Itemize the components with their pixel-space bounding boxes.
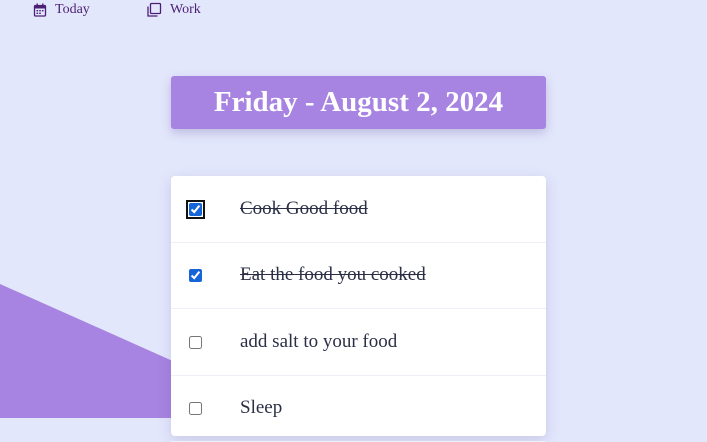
top-nav: Today Work [0,0,707,22]
todo-text: Cook Good food [240,198,368,219]
todo-checkbox[interactable] [189,401,202,415]
nav-item-label: Today [55,2,90,17]
todo-item: add salt to your food [171,309,546,376]
todo-checkbox[interactable] [189,268,202,282]
nav-item-work[interactable]: Work [146,0,201,20]
todo-checkbox[interactable] [189,335,202,349]
todo-item: Cook Good food [171,176,546,243]
todo-text: Eat the food you cooked [240,264,426,285]
nav-item-today[interactable]: Today [33,0,90,20]
todo-text: Sleep [240,397,283,418]
todo-list: Cook Good food Eat the food you cooked a… [171,176,546,442]
nav-item-label: Work [170,2,201,17]
page-title: Friday - August 2, 2024 [213,86,504,118]
todo-text: add salt to your food [240,331,398,352]
todo-checkbox[interactable] [186,199,205,219]
date-banner: Friday - August 2, 2024 [171,76,546,129]
todo-item: Sleep [171,375,546,442]
copy-icon [147,2,162,17]
calendar-icon [33,3,47,17]
todo-item: Eat the food you cooked [171,242,546,309]
